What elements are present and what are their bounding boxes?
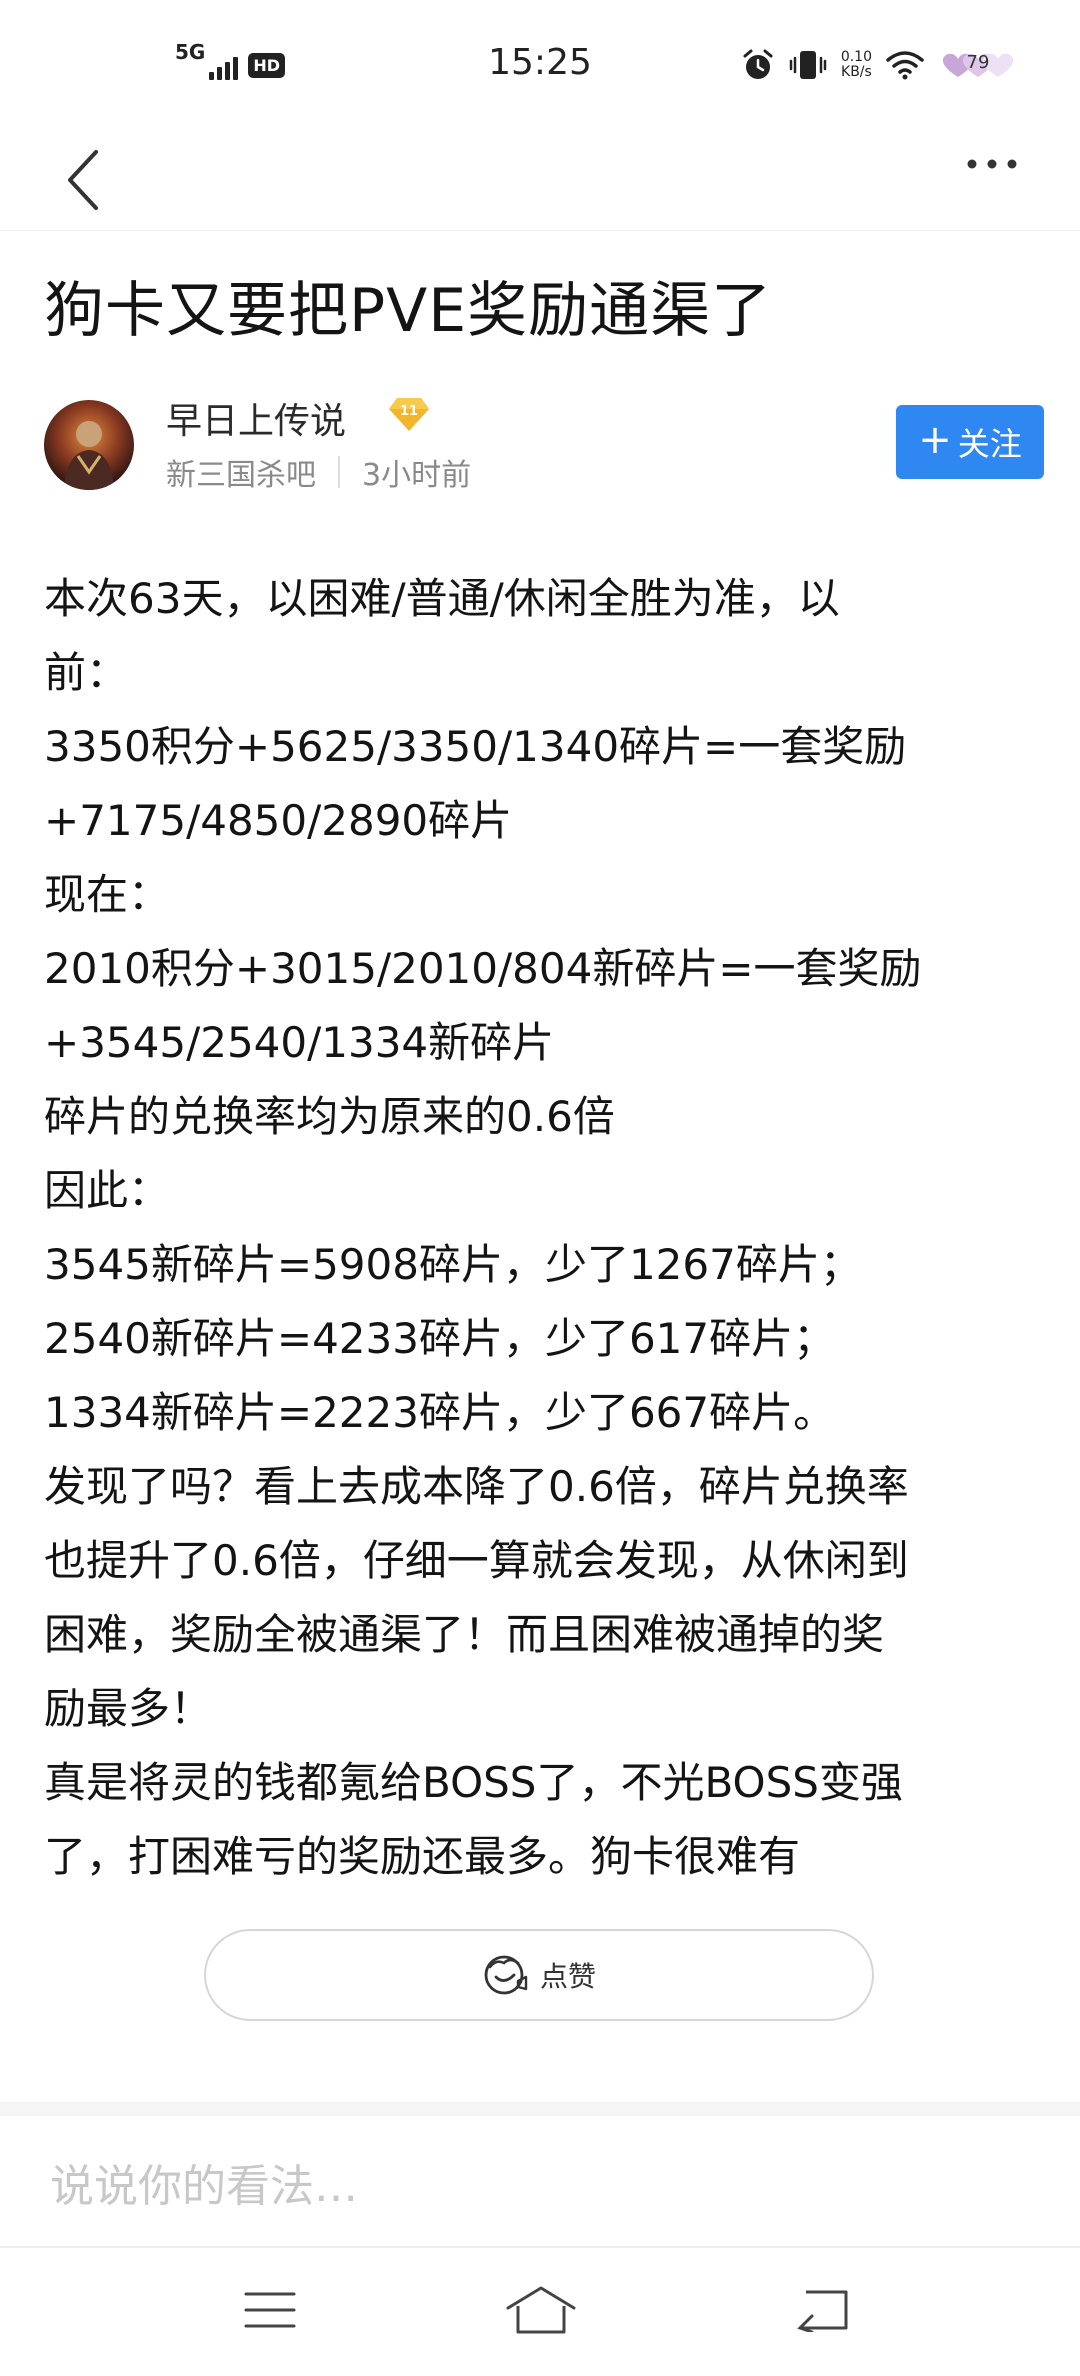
post-body-line: 真是将灵的钱都氪给BOSS了，不光BOSS变强 [44, 1758, 903, 1807]
post-time: 3小时前 [362, 458, 472, 493]
alarm-icon [743, 49, 773, 79]
author-meta: 新三国杀吧 3小时前 [166, 450, 471, 494]
post-body: 本次63天，以困难/普通/休闲全胜为准，以 前： 3350积分+5625/3350/… [44, 562, 1044, 1894]
level-badge-icon: 11 [389, 398, 429, 431]
meta-divider [338, 456, 340, 488]
net-speed-value: 0.10 [840, 49, 872, 65]
post-body-line: 因此： [44, 1166, 171, 1215]
avatar[interactable] [44, 400, 134, 490]
post-body-line: 了，打困难亏的奖励还最多。狗卡很难有 [44, 1832, 801, 1881]
post-body-line: 前： [44, 648, 129, 697]
forum-name[interactable]: 新三国杀吧 [166, 450, 316, 494]
post-body-line: 1334新碎片=2223碎片，少了667碎片。 [44, 1388, 836, 1437]
top-nav-bar [0, 130, 1080, 231]
post-body-line: +3545/2540/1334新碎片 [44, 1018, 555, 1067]
comment-input[interactable]: 说说你的看法… [50, 2150, 358, 2214]
like-label: 点赞 [539, 1960, 596, 1993]
post-body-line: 3545新碎片=5908碎片，少了1267碎片； [44, 1240, 862, 1289]
post-body-line: 现在： [44, 870, 171, 919]
home-icon[interactable] [504, 2284, 578, 2336]
follow-button[interactable]: + 关注 [896, 405, 1044, 479]
more-dots-icon [967, 159, 1017, 169]
status-icons: 0.10 KB/s 79 [741, 48, 1018, 82]
more-button[interactable] [952, 130, 1032, 230]
plus-icon: + [918, 417, 952, 463]
battery-indicator: 79 [938, 50, 1018, 80]
level-number: 11 [400, 404, 418, 419]
author-row: 早日上传说 11 新三国杀吧 3小时前 + 关注 [44, 398, 1044, 498]
post-body-line: 励最多！ [44, 1684, 213, 1733]
post-body-line: 本次63天，以困难/普通/休闲全胜为准，以 [44, 574, 840, 623]
thumbs-up-icon [484, 1955, 528, 1995]
post-body-line: 困难，奖励全被通渠了！而且困难被通掉的奖 [44, 1610, 885, 1659]
post-body-line: +7175/4850/2890碎片 [44, 796, 513, 845]
net-speed-unit: KB/s [841, 64, 872, 80]
wifi-icon [886, 51, 924, 80]
author-name[interactable]: 早日上传说 [166, 392, 346, 444]
post-body-line: 3350积分+5625/3350/1340碎片=一套奖励 [44, 722, 907, 771]
net-speed: 0.10 KB/s [841, 50, 872, 80]
follow-label: 关注 [957, 425, 1022, 463]
like-button[interactable]: 点赞 [204, 1929, 874, 2021]
system-nav-bar [0, 2248, 1080, 2376]
menu-icon[interactable] [244, 2290, 296, 2330]
back-nav-icon[interactable] [796, 2288, 850, 2332]
chevron-left-icon [68, 150, 98, 210]
status-bar: 5G HD 15:25 0.10 KB/s 79 [0, 0, 1080, 130]
post-title: 狗卡又要把PVE奖励通渠了 [44, 276, 773, 346]
post-body-line: 2540新碎片=4233碎片，少了617碎片； [44, 1314, 836, 1363]
post-body-line: 碎片的兑换率均为原来的0.6倍 [44, 1092, 615, 1141]
vibrate-icon [789, 51, 827, 79]
avatar-image [44, 400, 134, 490]
back-button[interactable] [58, 130, 118, 230]
post-body-line: 也提升了0.6倍，仔细一算就会发现，从休闲到 [44, 1536, 909, 1585]
post-body-line: 发现了吗？看上去成本降了0.6倍，碎片兑换率 [44, 1462, 909, 1511]
battery-level: 79 [966, 52, 990, 73]
section-divider [0, 2102, 1080, 2116]
post-body-line: 2010积分+3015/2010/804新碎片=一套奖励 [44, 944, 922, 993]
